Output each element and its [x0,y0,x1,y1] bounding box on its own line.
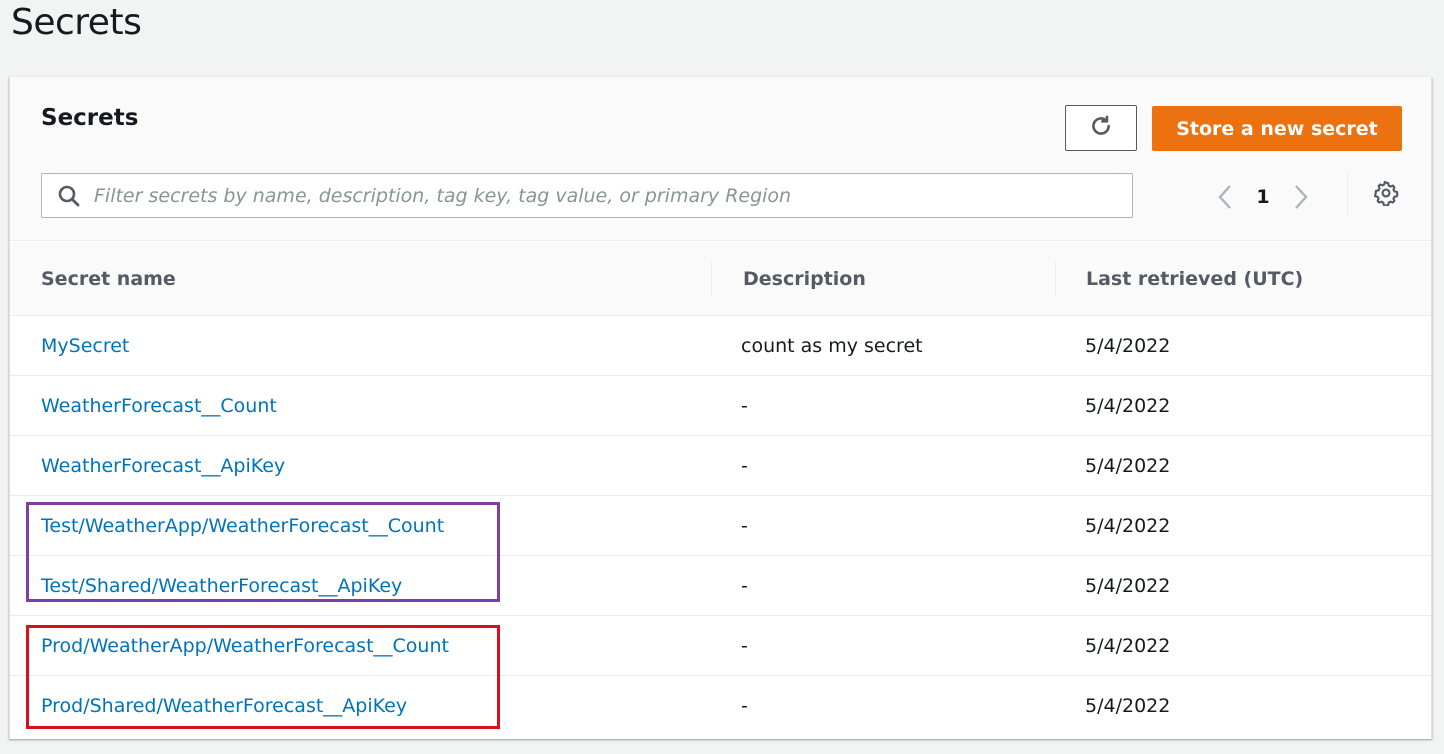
secret-description: count as my secret [741,335,923,357]
pagination-divider [1347,173,1348,215]
column-header-secret-name[interactable]: Secret name [41,242,176,316]
next-page-button[interactable] [1286,179,1316,215]
page-title: Secrets [11,2,142,43]
secret-name-link[interactable]: WeatherForecast__Count [41,395,277,417]
table-row: MySecret count as my secret 5/4/2022 [10,316,1431,376]
chevron-left-icon [1218,185,1231,209]
current-page-number[interactable]: 1 [1240,186,1286,208]
table-row: WeatherForecast__Count - 5/4/2022 [10,376,1431,436]
refresh-button[interactable] [1065,105,1137,151]
secret-name-link[interactable]: Prod/WeatherApp/WeatherForecast__Count [41,635,449,657]
filter-secrets-input[interactable] [94,184,1132,207]
secrets-table-body: MySecret count as my secret 5/4/2022 Wea… [10,316,1431,736]
panel-header: Secrets Store a new secret 1 [10,77,1431,241]
column-header-description[interactable]: Description [743,242,866,316]
previous-page-button[interactable] [1210,179,1240,215]
secret-description: - [741,455,748,477]
filter-search-box[interactable] [41,173,1133,218]
table-row: Test/WeatherApp/WeatherForecast__Count -… [10,496,1431,556]
table-row: WeatherForecast__ApiKey - 5/4/2022 [10,436,1431,496]
secret-last-retrieved: 5/4/2022 [1085,695,1171,717]
secret-description: - [741,395,748,417]
secret-last-retrieved: 5/4/2022 [1085,395,1171,417]
secret-name-link[interactable]: WeatherForecast__ApiKey [41,455,285,477]
chevron-right-icon [1295,185,1308,209]
secret-last-retrieved: 5/4/2022 [1085,575,1171,597]
table-row: Prod/Shared/WeatherForecast__ApiKey - 5/… [10,676,1431,736]
preferences-button[interactable] [1372,180,1400,210]
secret-name-link[interactable]: Test/WeatherApp/WeatherForecast__Count [41,515,444,537]
secret-last-retrieved: 5/4/2022 [1085,455,1171,477]
column-divider[interactable] [711,262,712,296]
secret-last-retrieved: 5/4/2022 [1085,635,1171,657]
search-icon [57,184,81,208]
table-header: Secret name Description Last retrieved (… [10,242,1431,316]
secrets-panel: Secrets Store a new secret 1 [9,77,1432,739]
store-new-secret-button[interactable]: Store a new secret [1152,106,1402,151]
secret-description: - [741,695,748,717]
secret-name-link[interactable]: MySecret [41,335,129,357]
secret-description: - [741,575,748,597]
table-row: Test/Shared/WeatherForecast__ApiKey - 5/… [10,556,1431,616]
secret-name-link[interactable]: Test/Shared/WeatherForecast__ApiKey [41,575,402,597]
secret-last-retrieved: 5/4/2022 [1085,515,1171,537]
secret-description: - [741,515,748,537]
gear-icon [1373,180,1399,210]
pagination: 1 [1210,177,1316,217]
secret-description: - [741,635,748,657]
column-header-last-retrieved[interactable]: Last retrieved (UTC) [1086,242,1303,316]
table-row: Prod/WeatherApp/WeatherForecast__Count -… [10,616,1431,676]
panel-title: Secrets [41,105,139,131]
refresh-icon [1088,113,1114,143]
secret-name-link[interactable]: Prod/Shared/WeatherForecast__ApiKey [41,695,407,717]
column-divider[interactable] [1055,262,1056,296]
secret-last-retrieved: 5/4/2022 [1085,335,1171,357]
